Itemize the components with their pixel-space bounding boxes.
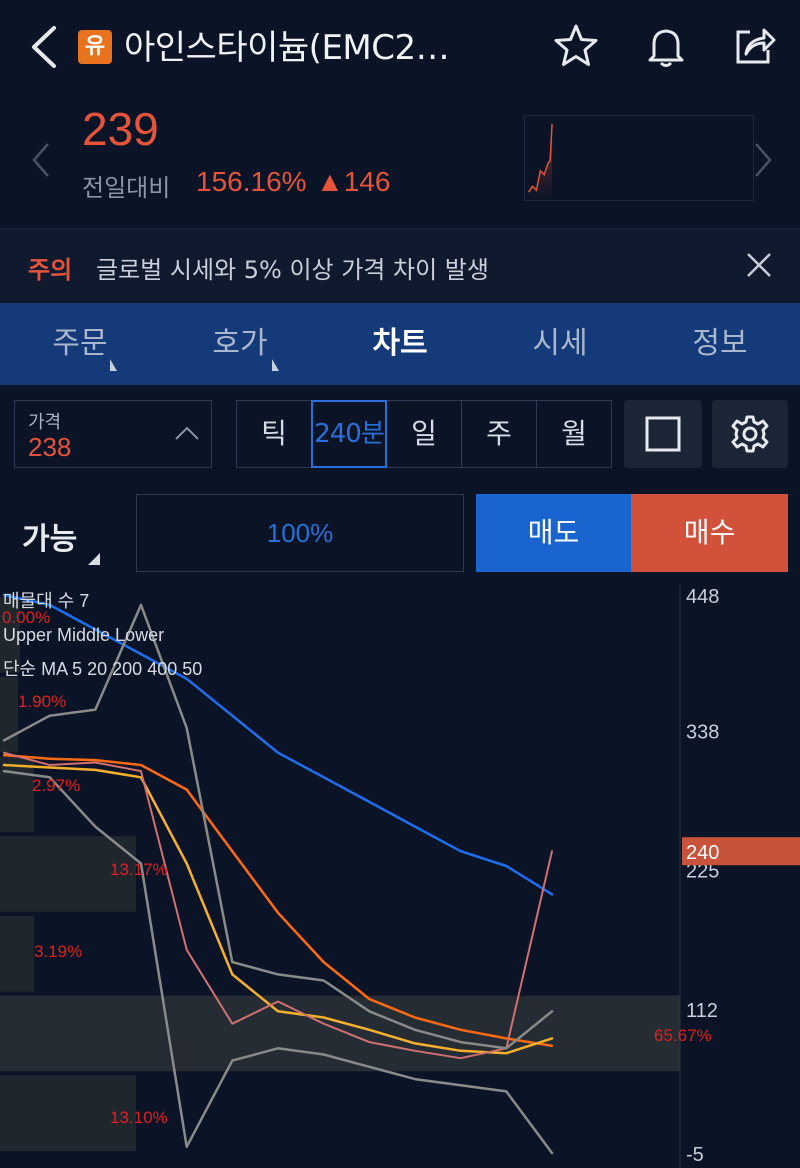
sparkline-chart	[524, 115, 754, 201]
y-tick-label: -5	[686, 1144, 704, 1166]
y-tick-label: 338	[686, 721, 719, 743]
bell-icon[interactable]	[642, 22, 690, 70]
period-week[interactable]: 주	[462, 401, 537, 467]
volume-profile-pct: 65.67%	[654, 1026, 712, 1045]
change-label: 전일대비	[82, 174, 171, 202]
volume-profile-pct: 13.17%	[110, 860, 168, 879]
volume-profile-bar	[0, 676, 18, 753]
warning-text: 글로벌 시세와 5% 이상 가격 차이 발생	[96, 256, 489, 284]
volume-profile-pct: 2.97%	[32, 776, 80, 795]
y-tick-label: 448	[686, 586, 719, 608]
change-amount: ▲146	[316, 166, 391, 197]
fullscreen-button[interactable]	[624, 400, 702, 468]
chevron-right-icon[interactable]	[752, 142, 774, 178]
volume-profile-pct: 1.90%	[18, 692, 66, 711]
star-icon[interactable]	[552, 22, 600, 70]
volume-profile-bar	[0, 756, 34, 833]
tab-quotes[interactable]: 시세	[480, 303, 640, 385]
tab-orderbook-menu-icon	[272, 359, 279, 371]
chevron-up-icon[interactable]	[174, 424, 200, 442]
square-icon	[645, 416, 681, 452]
back-arrow-icon[interactable]	[26, 24, 62, 70]
period-day[interactable]: 일	[387, 401, 462, 467]
change-percent: 156.16%	[196, 166, 307, 197]
volume-profile-bar	[0, 915, 34, 992]
current-price-tag-label: 240	[686, 842, 719, 864]
volume-profile-pct: 3.19%	[34, 942, 82, 961]
share-icon[interactable]	[730, 22, 778, 70]
tab-chart[interactable]: 차트	[320, 303, 480, 385]
tab-order[interactable]: 주문	[0, 303, 160, 385]
chevron-left-icon[interactable]	[30, 142, 52, 178]
period-240min[interactable]: 240분	[311, 400, 387, 468]
buy-button[interactable]: 매수	[631, 494, 788, 572]
period-tick[interactable]: 틱	[237, 401, 312, 467]
gear-icon	[731, 415, 769, 453]
warning-tag: 주의	[28, 256, 73, 284]
price-selector-value: 238	[28, 432, 72, 462]
chart-legend-line: 매물대 수 7	[3, 591, 89, 611]
price-selector-label: 가격	[28, 412, 62, 433]
available-label[interactable]: 가능	[22, 514, 77, 558]
coin-title[interactable]: 아인스타이늄(EMC2…	[124, 20, 450, 69]
tab-order-menu-icon	[110, 359, 117, 371]
close-icon[interactable]	[744, 250, 774, 280]
tab-orderbook[interactable]: 호가	[160, 303, 320, 385]
available-menu-icon	[88, 553, 100, 565]
chart-legend-line: Upper Middle Lower	[3, 625, 164, 645]
warning-badge: 유	[78, 30, 112, 64]
tab-info[interactable]: 정보	[640, 303, 800, 385]
volume-profile-pct: 13.10%	[110, 1108, 168, 1127]
chart-legend-line: 단순 MA 5 20 200 400 50	[3, 659, 202, 679]
y-tick-label: 112	[686, 1000, 718, 1022]
settings-button[interactable]	[712, 400, 788, 468]
sell-button[interactable]: 매도	[476, 494, 631, 572]
current-price: 239	[82, 103, 159, 155]
period-month[interactable]: 월	[537, 401, 611, 467]
price-chart[interactable]: 448338225112-52400.00%1.90%2.97%13.17%3.…	[0, 585, 800, 1168]
percent-selector[interactable]: 100%	[136, 494, 464, 572]
